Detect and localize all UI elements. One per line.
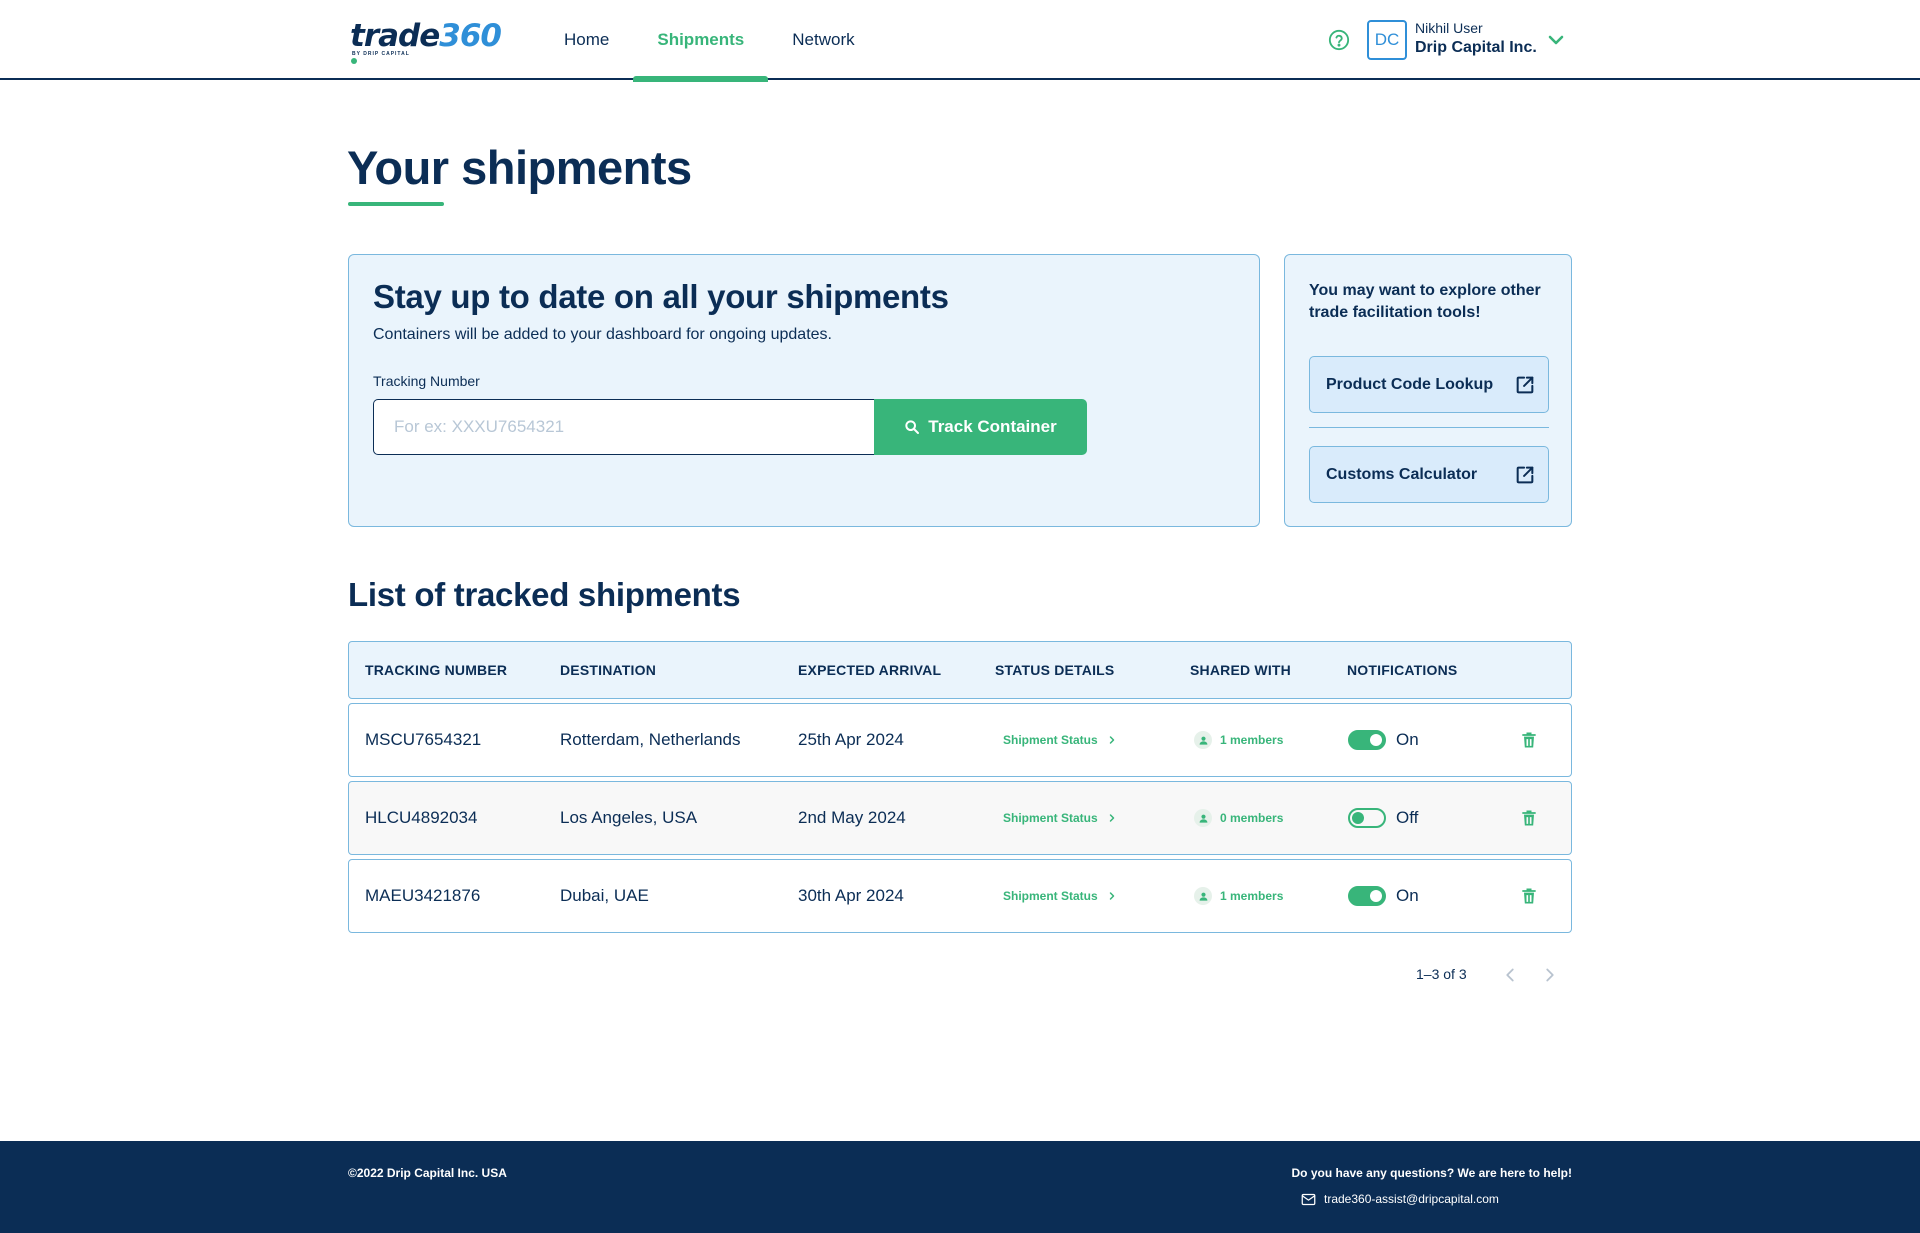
tracking-number: MSCU7654321 <box>365 730 482 749</box>
notifications-control: On <box>1348 730 1419 750</box>
user-name: Nikhil User <box>1415 20 1483 36</box>
tools-divider <box>1309 427 1549 428</box>
track-container-button[interactable]: Track Container <box>874 399 1087 455</box>
notifications-toggle[interactable] <box>1348 730 1386 750</box>
tools-card: You may want to explore other trade faci… <box>1284 254 1572 527</box>
destination: Dubai, UAE <box>560 886 649 905</box>
person-icon <box>1194 887 1212 905</box>
tracking-number-label: Tracking Number <box>373 373 480 389</box>
customs-calculator-label: Customs Calculator <box>1326 465 1478 483</box>
shipment-status-label: Shipment Status <box>1003 811 1098 825</box>
product-code-lookup-button[interactable]: Product Code Lookup <box>1309 356 1549 413</box>
pagination-label: 1–3 of 3 <box>1416 966 1467 982</box>
trash-icon[interactable] <box>1519 808 1539 828</box>
mail-icon <box>1301 1193 1316 1205</box>
nav-shipments[interactable]: Shipments <box>633 0 769 82</box>
notifications-control: Off <box>1348 808 1418 828</box>
chevron-right-icon <box>1109 814 1114 822</box>
main-nav: Home Shipments Network <box>540 0 879 82</box>
notifications-control: On <box>1348 886 1419 906</box>
shared-with-link[interactable]: 0 members <box>1194 809 1283 827</box>
col-expected-arrival: EXPECTED ARRIVAL <box>798 662 942 678</box>
top-header: trade360 BY DRIP CAPITAL Home Shipments … <box>0 0 1920 82</box>
person-icon <box>1194 731 1212 749</box>
nav-network[interactable]: Network <box>768 0 878 80</box>
user-company: Drip Capital Inc. <box>1415 39 1537 56</box>
trash-icon[interactable] <box>1519 886 1539 906</box>
notifications-state: Off <box>1396 808 1419 827</box>
notifications-toggle[interactable] <box>1348 808 1386 828</box>
external-link-icon <box>1516 466 1534 483</box>
shared-with-link[interactable]: 1 members <box>1194 731 1283 749</box>
notifications-state: On <box>1396 886 1419 905</box>
col-notifications: NOTIFICATIONS <box>1347 662 1458 678</box>
user-info[interactable]: Nikhil User Drip Capital Inc. <box>1415 19 1537 59</box>
chevron-right-icon <box>1109 892 1114 900</box>
shared-with-label: 1 members <box>1220 733 1284 747</box>
tracking-number: HLCU4892034 <box>365 808 478 827</box>
trash-icon[interactable] <box>1519 730 1539 750</box>
person-icon <box>1194 809 1212 827</box>
track-container-card: Stay up to date on all your shipments Co… <box>348 254 1260 527</box>
shipment-status-link[interactable]: Shipment Status <box>1003 811 1118 825</box>
next-page-icon[interactable] <box>1539 964 1561 986</box>
tracking-number: MAEU3421876 <box>365 886 481 905</box>
list-title: List of tracked shipments <box>348 576 741 613</box>
footer-help-text: Do you have any questions? We are here t… <box>1291 1166 1572 1180</box>
table-row: HLCU4892034 Los Angeles, USA 2nd May 202… <box>348 781 1572 855</box>
shared-with-label: 1 members <box>1220 889 1284 903</box>
expected-arrival: 2nd May 2024 <box>798 808 906 827</box>
track-card-subtext: Containers will be added to your dashboa… <box>373 326 832 343</box>
expected-arrival: 25th Apr 2024 <box>798 730 904 749</box>
notifications-state: On <box>1396 730 1419 749</box>
active-nav-indicator <box>633 76 769 82</box>
track-container-label: Track Container <box>928 417 1057 436</box>
col-shared-with: SHARED WITH <box>1190 662 1291 678</box>
table-row: MAEU3421876 Dubai, UAE 30th Apr 2024 Shi… <box>348 859 1572 933</box>
shipment-status-label: Shipment Status <box>1003 733 1098 747</box>
col-status-details: STATUS DETAILS <box>995 662 1115 678</box>
expected-arrival: 30th Apr 2024 <box>798 886 904 905</box>
chevron-down-icon[interactable] <box>1544 28 1568 52</box>
destination: Rotterdam, Netherlands <box>560 730 741 749</box>
chevron-right-icon <box>1109 736 1114 744</box>
shipment-status-link[interactable]: Shipment Status <box>1003 733 1118 747</box>
external-link-icon <box>1516 376 1534 393</box>
shared-with-link[interactable]: 1 members <box>1194 887 1283 905</box>
copyright: ©2022 Drip Capital Inc. USA <box>348 1166 507 1180</box>
customs-calculator-button[interactable]: Customs Calculator <box>1309 446 1549 503</box>
title-underline <box>348 202 444 206</box>
col-tracking-number: TRACKING NUMBER <box>365 662 508 678</box>
footer: ©2022 Drip Capital Inc. USA Do you have … <box>0 1141 1920 1233</box>
nav-home[interactable]: Home <box>540 0 633 80</box>
prev-page-icon[interactable] <box>1499 964 1521 986</box>
table-header: TRACKING NUMBER DESTINATION EXPECTED ARR… <box>348 641 1572 699</box>
track-card-heading: Stay up to date on all your shipments <box>373 278 949 315</box>
logo-tagline: BY DRIP CAPITAL <box>352 51 410 57</box>
support-email: trade360-assist@dripcapital.com <box>1324 1192 1499 1206</box>
shipment-status-label: Shipment Status <box>1003 889 1098 903</box>
search-icon <box>905 420 920 434</box>
table-row: MSCU7654321 Rotterdam, Netherlands 25th … <box>348 703 1572 777</box>
col-destination: DESTINATION <box>560 662 657 678</box>
avatar[interactable]: DC <box>1367 20 1407 60</box>
support-email-link[interactable]: trade360-assist@dripcapital.com <box>1301 1192 1499 1206</box>
shared-with-label: 0 members <box>1220 811 1284 825</box>
trade360-logo[interactable]: trade360 BY DRIP CAPITAL <box>350 18 502 64</box>
tools-intro: You may want to explore other trade faci… <box>1309 282 1541 321</box>
shipment-status-link[interactable]: Shipment Status <box>1003 889 1118 903</box>
notifications-toggle[interactable] <box>1348 886 1386 906</box>
nav-shipments-label: Shipments <box>657 30 745 49</box>
product-code-lookup-label: Product Code Lookup <box>1326 375 1494 393</box>
help-circle-icon[interactable] <box>1328 29 1350 51</box>
destination: Los Angeles, USA <box>560 808 698 827</box>
page-title: Your shipments <box>347 141 692 194</box>
tracking-number-input[interactable] <box>373 399 875 455</box>
